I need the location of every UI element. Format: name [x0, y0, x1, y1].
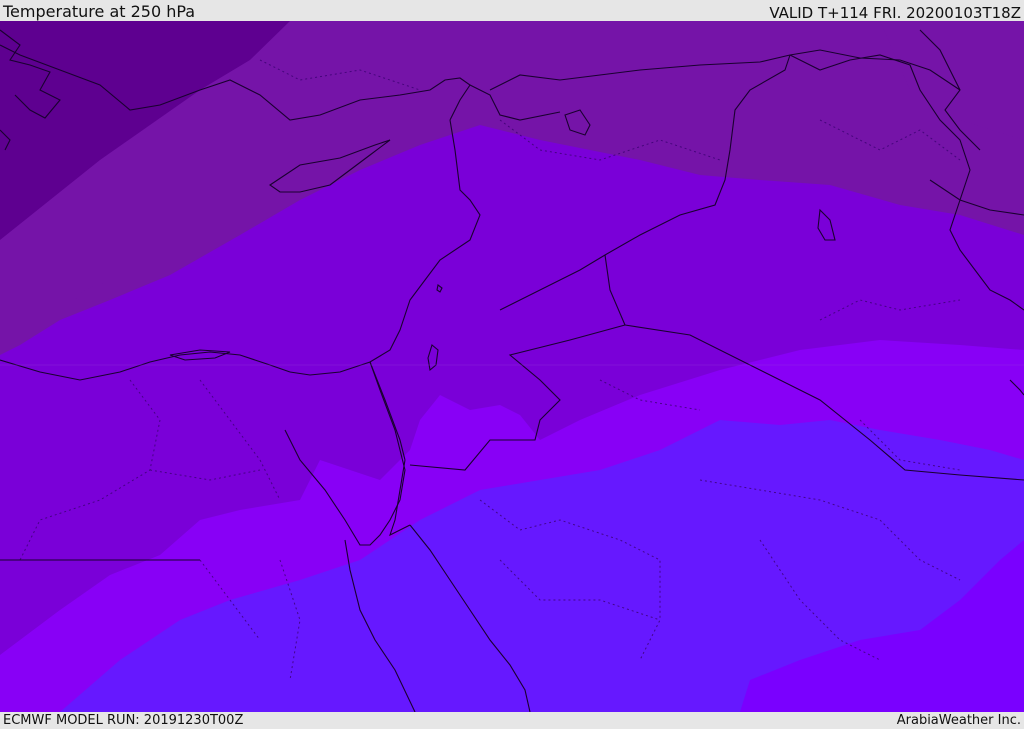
map-area[interactable] — [0, 21, 1024, 712]
temperature-map — [0, 21, 1024, 712]
valid-time: VALID T+114 FRI. 20200103T18Z — [769, 4, 1021, 22]
model-run: ECMWF MODEL RUN: 20191230T00Z — [3, 713, 244, 728]
credit: ArabiaWeather Inc. — [896, 713, 1021, 728]
map-title: Temperature at 250 hPa — [3, 2, 196, 21]
header-bar: Temperature at 250 hPa VALID T+114 FRI. … — [0, 0, 1024, 22]
footer-bar: ECMWF MODEL RUN: 20191230T00Z ArabiaWeat… — [0, 712, 1024, 729]
